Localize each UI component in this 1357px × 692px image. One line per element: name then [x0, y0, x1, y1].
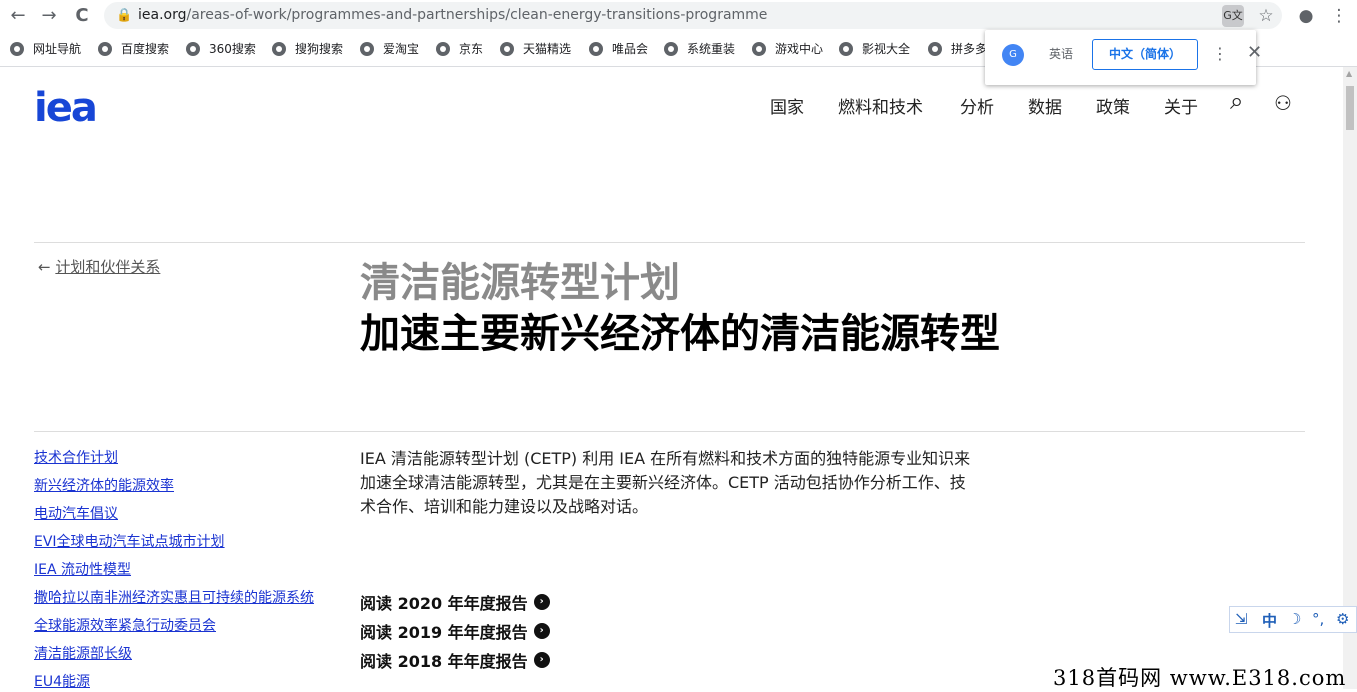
- target-language-tab[interactable]: 中文（简体）: [1092, 39, 1198, 70]
- nav-item-data[interactable]: 数据: [1028, 93, 1062, 118]
- bookmark-item[interactable]: 唯品会: [589, 40, 648, 57]
- arrow-circle-icon: ›: [533, 622, 550, 639]
- report-link-2018[interactable]: 阅读 2018 年年度报告 ›: [360, 645, 550, 674]
- lock-icon[interactable]: 🔒: [116, 8, 132, 23]
- bookmark-item[interactable]: 拼多多: [928, 40, 987, 57]
- bookmark-item[interactable]: 系统重装: [664, 40, 735, 57]
- ime-punctuation-icon[interactable]: °,: [1312, 610, 1324, 628]
- globe-icon: [272, 41, 286, 56]
- watermark: 318首码网 www.E318.com: [1053, 666, 1347, 690]
- arrow-circle-icon: ›: [533, 651, 550, 668]
- globe-icon: [928, 41, 942, 56]
- breadcrumb-link[interactable]: 计划和伙伴关系: [55, 258, 160, 276]
- translate-popup: G 英语 中文（简体） ⋮ ✕: [985, 30, 1262, 85]
- bookmark-item[interactable]: 京东: [436, 40, 483, 57]
- site-logo[interactable]: iea: [34, 85, 98, 131]
- bookmark-star-icon[interactable]: ☆: [1255, 5, 1277, 27]
- browser-toolbar: ← → C 🔒 iea.org/areas-of-work/programmes…: [0, 0, 1357, 31]
- translate-close-icon[interactable]: ✕: [1247, 42, 1262, 63]
- profile-icon[interactable]: ●: [1294, 4, 1318, 28]
- bookmark-item[interactable]: 百度搜索: [98, 40, 169, 57]
- sidebar-link[interactable]: 撒哈拉以南非洲经济实惠且可持续的能源系统: [34, 587, 314, 615]
- globe-icon: [664, 41, 678, 56]
- translate-more-icon[interactable]: ⋮: [1212, 44, 1228, 63]
- ime-resize-icon[interactable]: ⇲: [1235, 610, 1248, 628]
- ime-chinese-mode[interactable]: 中: [1262, 610, 1277, 631]
- bookmark-item[interactable]: 影视大全: [839, 40, 910, 57]
- ime-settings-icon[interactable]: ⚙: [1336, 610, 1349, 628]
- globe-icon: [98, 41, 112, 56]
- divider: [34, 242, 1305, 243]
- annual-report-links: 阅读 2020 年年度报告 › 阅读 2019 年年度报告 › 阅读 2018 年年…: [360, 587, 550, 674]
- sidebar-link[interactable]: EVI全球电动汽车试点城市计划: [34, 531, 314, 559]
- back-arrow-icon: ←: [38, 258, 51, 276]
- globe-icon: [10, 41, 24, 56]
- google-translate-icon: G: [1002, 44, 1024, 66]
- nav-item-countries[interactable]: 国家: [770, 93, 804, 118]
- sidebar-link[interactable]: 全球能源效率紧急行动委员会: [34, 615, 314, 643]
- divider: [34, 431, 1305, 432]
- globe-icon: [186, 41, 200, 56]
- ime-moon-icon[interactable]: ☽: [1288, 610, 1301, 628]
- sidebar-link[interactable]: IEA 流动性模型: [34, 559, 314, 587]
- globe-icon: [752, 41, 766, 56]
- search-icon[interactable]: ⌕: [1230, 87, 1243, 115]
- sidebar-link[interactable]: 新兴经济体的能源效率: [34, 475, 314, 503]
- back-button[interactable]: ←: [6, 4, 30, 28]
- scrollbar[interactable]: ▲: [1343, 67, 1357, 689]
- nav-item-fuels-technologies[interactable]: 燃料和技术: [838, 93, 923, 118]
- nav-item-analysis[interactable]: 分析: [960, 93, 994, 118]
- source-language-tab[interactable]: 英语: [1033, 39, 1089, 70]
- bookmark-item[interactable]: 游戏中心: [752, 40, 823, 57]
- account-icon[interactable]: ⚇: [1274, 91, 1292, 115]
- globe-icon: [436, 41, 450, 56]
- sidebar-link[interactable]: 技术合作计划: [34, 447, 314, 475]
- sidebar-link[interactable]: 电动汽车倡议: [34, 503, 314, 531]
- breadcrumb[interactable]: ← 计划和伙伴关系: [38, 256, 160, 277]
- bookmark-item[interactable]: 360搜索: [186, 40, 256, 57]
- globe-icon: [500, 41, 514, 56]
- bookmark-item[interactable]: 搜狗搜索: [272, 40, 343, 57]
- nav-item-policy[interactable]: 政策: [1096, 93, 1130, 118]
- report-link-2020[interactable]: 阅读 2020 年年度报告 ›: [360, 587, 550, 616]
- forward-button[interactable]: →: [37, 4, 61, 28]
- globe-icon: [360, 41, 374, 56]
- sidebar-links: 技术合作计划 新兴经济体的能源效率 电动汽车倡议 EVI全球电动汽车试点城市计划…: [34, 447, 314, 689]
- translate-icon[interactable]: G文: [1222, 5, 1244, 27]
- nav-item-about[interactable]: 关于: [1164, 93, 1198, 118]
- intro-paragraph: IEA 清洁能源转型计划 (CETP) 利用 IEA 在所有燃料和技术方面的独特…: [360, 449, 971, 516]
- page-title: 清洁能源转型计划: [360, 260, 680, 306]
- bookmark-item[interactable]: 天猫精选: [500, 40, 571, 57]
- scroll-up-icon[interactable]: ▲: [1346, 69, 1352, 78]
- reload-button[interactable]: C: [70, 4, 94, 28]
- arrow-circle-icon: ›: [533, 593, 550, 610]
- report-link-2019[interactable]: 阅读 2019 年年度报告 ›: [360, 616, 550, 645]
- address-bar[interactable]: 🔒 iea.org/areas-of-work/programmes-and-p…: [104, 2, 1282, 29]
- globe-icon: [589, 41, 603, 56]
- sidebar-link[interactable]: EU4能源: [34, 671, 314, 689]
- bookmark-item[interactable]: 爱淘宝: [360, 40, 419, 57]
- sidebar-link[interactable]: 清洁能源部长级: [34, 643, 314, 671]
- url-text[interactable]: iea.org/areas-of-work/programmes-and-par…: [138, 7, 767, 23]
- globe-icon: [839, 41, 853, 56]
- browser-menu-icon[interactable]: ⋮: [1327, 4, 1351, 28]
- page-content: iea 国家 燃料和技术 分析 数据 政策 关于 ⌕ ⚇ ← 计划和伙伴关系 清…: [0, 67, 1343, 689]
- bookmark-item[interactable]: 网址导航: [10, 40, 81, 57]
- ime-toolbar: ⇲ 中 ☽ °, ⚙: [1229, 606, 1357, 633]
- page-subtitle: 加速主要新兴经济体的清洁能源转型: [360, 311, 1000, 357]
- scrollbar-thumb[interactable]: [1346, 86, 1354, 130]
